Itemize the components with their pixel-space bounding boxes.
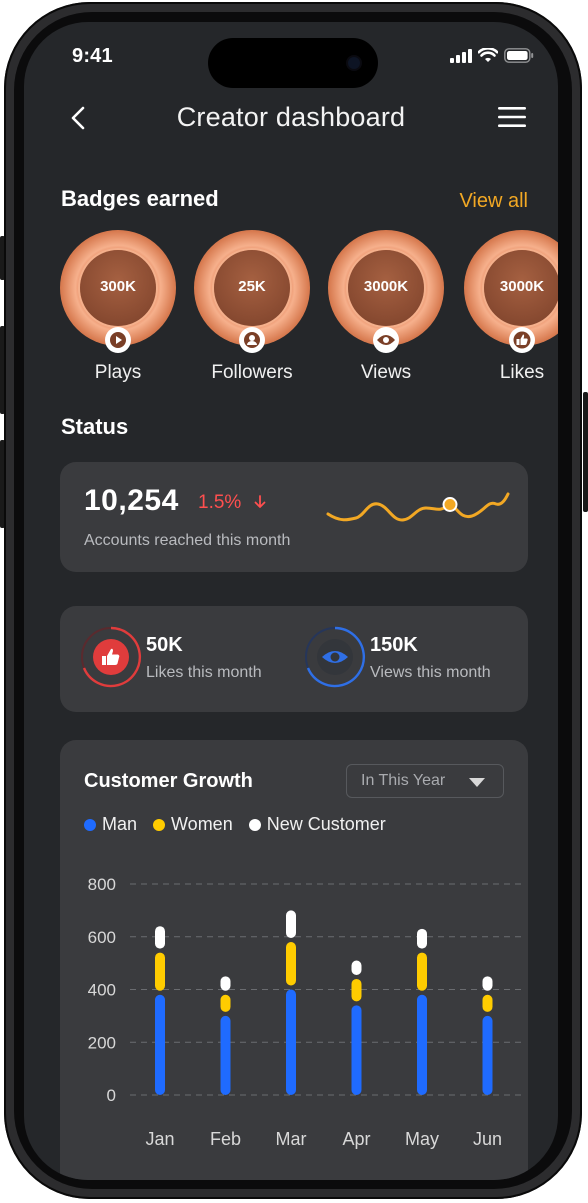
medal: 25K [194, 230, 310, 353]
legend-item-new-customer: New Customer [248, 814, 386, 835]
badges-row: 300K Plays 25K Followers 3000K Views 300… [60, 230, 558, 390]
hamburger-menu-icon[interactable] [498, 106, 526, 128]
status-time: 9:41 [72, 45, 113, 67]
person-icon [239, 327, 265, 353]
view-all-link[interactable]: View all [459, 190, 528, 213]
top-nav: Creator dashboard [24, 100, 558, 140]
bar-man [220, 1015, 231, 1095]
bar-new-customer [417, 928, 427, 949]
bar-women [351, 978, 362, 1002]
customer-growth-chart: 0 200 400 600 800 Jan Feb Mar Apr May Jun [88, 875, 526, 1149]
women-dot [153, 818, 166, 831]
battery-icon [504, 48, 534, 63]
badge-label: Plays [94, 362, 142, 383]
x-tick-label: Jan [145, 1129, 174, 1149]
medal: 300K [60, 230, 176, 353]
y-tick-label: 400 [88, 981, 116, 1000]
bar-man [482, 1015, 493, 1095]
badge-value: 300K [100, 278, 136, 295]
y-tick-label: 800 [88, 875, 116, 894]
eye-icon [373, 327, 399, 353]
bar-new-customer [155, 926, 165, 949]
bar-man [286, 989, 296, 1095]
reach-change-value: 1.5% [198, 492, 242, 513]
legend-item-man: Man [84, 814, 137, 835]
reach-card[interactable]: 10,254 1.5% Accounts reached this month [60, 462, 528, 572]
badge-label: Followers [211, 362, 293, 383]
bar-new-customer [351, 960, 362, 975]
bar-new-customer [286, 910, 296, 939]
likes-value: 50K [146, 634, 183, 656]
medal: 3000K [328, 230, 444, 353]
arrow-down-icon [254, 495, 265, 508]
badge-value: 25K [238, 278, 266, 295]
views-value: 150K [370, 634, 418, 656]
caret-down-icon [469, 778, 485, 787]
status-bar: 9:41 [24, 42, 558, 72]
bar-man [155, 994, 165, 1095]
power-button[interactable] [583, 392, 588, 512]
x-tick-label: Apr [342, 1129, 370, 1149]
thumbs-up-icon [509, 327, 535, 353]
likes-ring [81, 626, 142, 688]
y-tick-label: 0 [107, 1086, 116, 1105]
x-tick-label: Jun [473, 1129, 502, 1149]
badge-value: 3000K [363, 278, 409, 295]
signal-icon [450, 48, 472, 63]
page-title: Creator dashboard [176, 102, 406, 132]
new-customer-dot [248, 818, 261, 831]
bar-man [417, 994, 427, 1095]
bar-women [417, 952, 427, 991]
views-label: Views this month [370, 664, 491, 681]
status-title: Status [61, 414, 129, 439]
reach-value: 10,254 [84, 484, 179, 517]
customer-growth-card: Customer Growth In This Year Man Women N… [60, 740, 528, 1180]
badge-label: Views [360, 362, 412, 383]
wifi-icon [478, 48, 498, 62]
period-value: In This Year [361, 772, 446, 789]
likes-label: Likes this month [146, 664, 262, 681]
bar-man [351, 1005, 362, 1095]
x-tick-label: May [405, 1129, 439, 1149]
x-tick-label: Feb [210, 1129, 241, 1149]
legend-label: Women [171, 814, 233, 834]
customer-growth-title: Customer Growth [84, 770, 253, 792]
man-dot [84, 818, 96, 831]
bar-new-customer [220, 976, 231, 991]
medal: 3000K [464, 230, 558, 353]
bar-women [220, 994, 231, 1012]
bar-women [482, 994, 493, 1012]
screen: 9:41 Creator dashboard Badges earned Vie… [24, 22, 558, 1180]
status-icons [450, 48, 534, 63]
bar-women [286, 942, 296, 986]
engagement-card: 50K Likes this month 150K Views this mon… [60, 606, 528, 712]
y-tick-label: 200 [88, 1033, 116, 1052]
badge-label: Likes [499, 362, 545, 383]
reach-label: Accounts reached this month [84, 532, 291, 549]
reach-change: 1.5% [198, 492, 267, 514]
reach-sparkline [326, 492, 510, 522]
y-tick-label: 600 [88, 928, 116, 947]
bar-new-customer [482, 976, 493, 991]
legend-label: New Customer [266, 814, 386, 834]
badges-title: Badges earned [61, 186, 219, 211]
play-icon [105, 327, 131, 353]
badge-value: 3000K [499, 278, 545, 295]
period-dropdown[interactable]: In This Year [346, 764, 504, 798]
views-ring [305, 626, 366, 688]
chart-legend: Man Women New Customer [84, 814, 386, 835]
legend-item-women: Women [153, 814, 233, 835]
x-tick-label: Mar [276, 1129, 307, 1149]
legend-label: Man [102, 814, 138, 834]
bar-women [155, 952, 165, 991]
